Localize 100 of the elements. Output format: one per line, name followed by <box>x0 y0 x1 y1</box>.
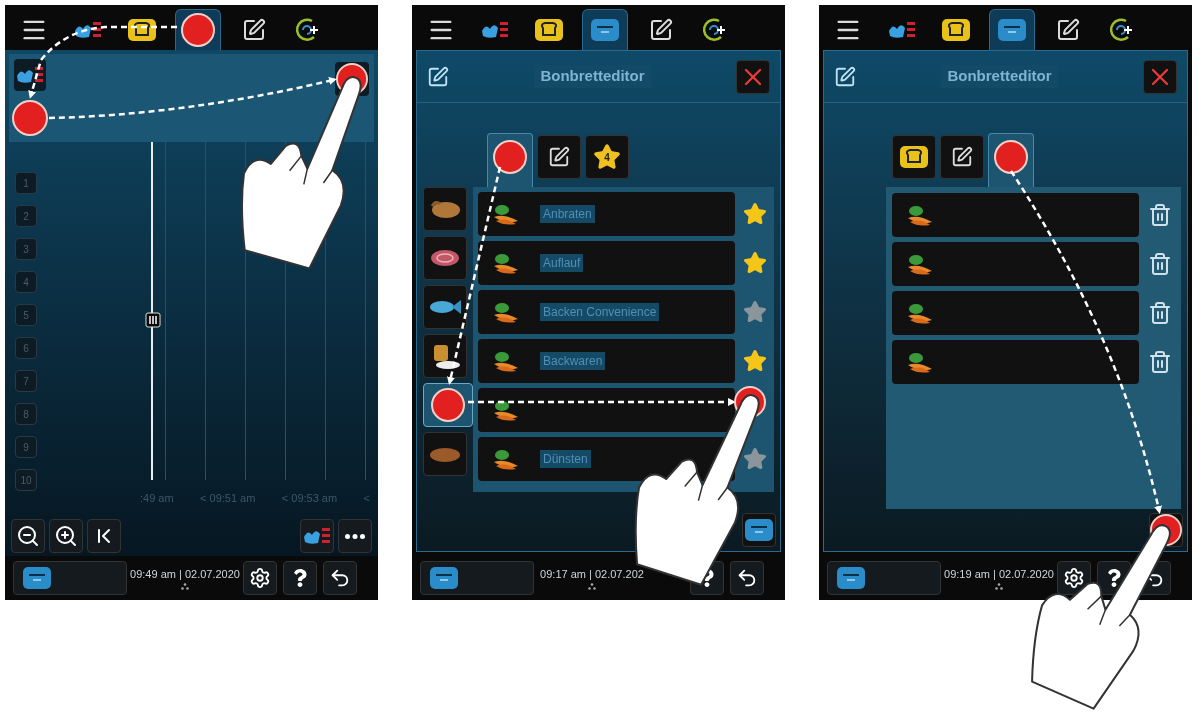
lane-number[interactable]: 8 <box>15 403 37 425</box>
favorites-star-icon: 4 <box>593 143 621 171</box>
favorite-star-icon[interactable] <box>743 447 767 471</box>
recipe-row[interactable]: Backwaren <box>478 339 735 383</box>
zoom-in-button[interactable] <box>49 519 83 553</box>
board-shortcut-button[interactable] <box>13 561 127 595</box>
clock-text: 09:49 am | 02.07.2020 <box>130 567 240 583</box>
lane-number[interactable]: 7 <box>15 370 37 392</box>
tap-marker <box>493 140 527 174</box>
fish-icon <box>428 297 462 317</box>
help-button[interactable] <box>283 561 317 595</box>
lane-number[interactable]: 1 <box>15 172 37 194</box>
tap-marker <box>181 13 215 47</box>
lane-number[interactable]: 4 <box>15 271 37 293</box>
settings-button[interactable] <box>243 561 277 595</box>
edit-icon <box>548 146 570 168</box>
jump-to-start-button[interactable] <box>87 519 121 553</box>
lane-number[interactable]: 3 <box>15 238 37 260</box>
bread-icon <box>534 17 564 42</box>
board-icon <box>590 18 620 42</box>
time-label: < <box>363 490 370 506</box>
close-button[interactable] <box>736 59 770 94</box>
tap-marker <box>12 100 48 136</box>
category-button[interactable] <box>423 236 467 280</box>
back-button[interactable] <box>730 561 764 595</box>
recipe-name: Anbraten <box>540 205 595 223</box>
lane-number[interactable]: 10 <box>15 469 37 491</box>
edit-icon <box>242 17 266 42</box>
clock-text: 09:19 am | 02.07.2020 <box>944 567 1054 583</box>
time-label: :49 am <box>140 490 174 506</box>
help-icon <box>291 569 309 587</box>
delete-icon[interactable] <box>1148 252 1172 276</box>
recipe-row[interactable]: Auflauf <box>478 241 735 285</box>
edit-icon <box>1056 17 1080 42</box>
recipe-row[interactable]: Backen Convenience <box>478 290 735 334</box>
tap-marker <box>994 140 1028 174</box>
network-icon <box>588 582 596 590</box>
board-icon <box>744 518 774 542</box>
board-icon <box>997 18 1027 42</box>
lane-number[interactable]: 6 <box>15 337 37 359</box>
board-icon <box>836 566 866 590</box>
board-icon <box>429 566 459 590</box>
meat-icon <box>428 247 462 269</box>
back-icon <box>329 567 351 589</box>
lane-number[interactable]: 5 <box>15 304 37 326</box>
board-shortcut-button[interactable] <box>420 561 534 595</box>
favorite-star-icon[interactable] <box>743 300 767 324</box>
zoom-out-button[interactable] <box>11 519 45 553</box>
delete-icon[interactable] <box>1148 350 1172 374</box>
time-label: < 09:51 am <box>200 490 256 506</box>
zoom-in-icon <box>54 524 78 548</box>
more-button[interactable] <box>338 519 372 553</box>
cleaning-button[interactable] <box>300 519 334 553</box>
slider-handle-icon[interactable] <box>145 312 161 328</box>
edit-icon <box>427 65 449 88</box>
favorite-star-icon[interactable] <box>743 251 767 275</box>
recipe-name: Dünsten <box>540 450 591 468</box>
bread-icon <box>941 17 971 42</box>
editor-title: Bonbretteditor <box>941 65 1058 88</box>
recipe-row[interactable]: Anbraten <box>478 192 735 236</box>
recipe-row[interactable] <box>478 388 735 432</box>
delete-icon[interactable] <box>1148 203 1172 227</box>
board-shortcut-button[interactable] <box>827 561 941 595</box>
back-button[interactable] <box>323 561 357 595</box>
recipe-name: Auflauf <box>540 254 584 272</box>
network-icon <box>181 582 189 590</box>
time-label: < 09:53 am <box>281 490 338 506</box>
recipe-name: Backen Convenience <box>540 303 660 321</box>
list-tab[interactable]: 4 <box>585 135 629 179</box>
bread-icon <box>899 145 929 169</box>
pointing-hand-icon <box>241 76 362 270</box>
back-icon <box>736 567 758 589</box>
help-icon <box>1105 569 1123 587</box>
favorite-star-icon[interactable] <box>743 349 767 373</box>
category-button[interactable] <box>423 285 467 329</box>
roast-chicken-icon <box>428 198 462 220</box>
list-tab[interactable] <box>940 135 984 179</box>
bread-icon <box>127 17 157 42</box>
pathway-button[interactable] <box>14 59 46 91</box>
settings-icon <box>1063 567 1085 589</box>
recipe-name: Backwaren <box>540 352 606 370</box>
editor-title: Bonbretteditor <box>534 65 651 88</box>
edit-icon <box>951 146 973 168</box>
lane-number[interactable]: 2 <box>15 205 37 227</box>
board-icon <box>22 566 52 590</box>
close-button[interactable] <box>1143 59 1177 94</box>
favorite-star-icon[interactable] <box>743 202 767 226</box>
settings-icon <box>249 567 271 589</box>
list-tab[interactable] <box>537 135 581 179</box>
delete-icon[interactable] <box>1148 301 1172 325</box>
settings-button[interactable] <box>1057 561 1091 595</box>
clock-text: 09:17 am | 02.07.202 <box>540 567 644 583</box>
zoom-out-icon <box>16 524 40 548</box>
more-icon <box>345 533 365 539</box>
network-icon <box>995 582 1003 590</box>
pathway-small-icon <box>15 64 45 86</box>
tap-marker <box>431 388 465 422</box>
category-button[interactable] <box>423 334 467 378</box>
list-tab[interactable] <box>892 135 936 179</box>
top-tab[interactable] <box>175 9 221 50</box>
